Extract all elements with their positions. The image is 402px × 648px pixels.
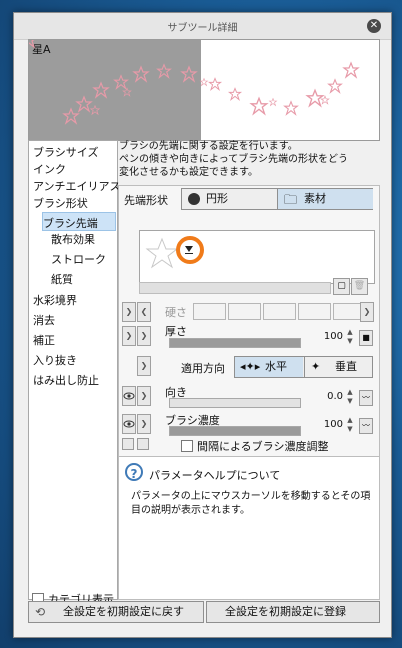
brush-density-value[interactable]: 100 [317, 419, 343, 430]
category-scatter[interactable]: 散布効果 [51, 231, 95, 247]
category-starts-ends[interactable]: 入り抜き [33, 352, 77, 368]
dropdown-arrow-bar [185, 253, 193, 254]
trash-icon[interactable]: 🗑 [351, 278, 368, 295]
window-title: サブツール詳細 [167, 23, 238, 34]
dropdown-arrow-icon[interactable] [185, 246, 193, 252]
angle-spinner[interactable]: ▲ ▼ [345, 388, 355, 406]
category-list: ブラシサイズ インク アンチエイリアス ブラシ形状 ブラシ先端 散布効果 ストロ… [28, 140, 121, 600]
reset-icon: ⟲ [35, 605, 46, 619]
help-title: パラメータヘルプについて [149, 469, 281, 482]
category-anti-alias[interactable]: アンチエイリアス [33, 178, 121, 194]
circle-icon [188, 193, 200, 205]
category-brush-size[interactable]: ブラシサイズ [33, 144, 98, 160]
angle-eye-icon[interactable] [122, 386, 136, 406]
category-correction[interactable]: 補正 [33, 332, 55, 348]
tip-shape-circle-option[interactable]: 円形 [182, 189, 276, 209]
density-dynamics-button[interactable]: ❯ [137, 414, 151, 434]
tip-shape-selector: 円形 🗀 素材 [181, 188, 373, 210]
hardness-left-button[interactable]: ❮ [137, 302, 151, 322]
add-tip-icon[interactable]: ▢ [333, 278, 350, 295]
category-brush-tip-label: ブラシ先端 [43, 217, 98, 230]
title-bar[interactable]: サブツール詳細 ✕ [14, 13, 391, 40]
star-stroke-preview [29, 40, 359, 124]
category-ink[interactable]: インク [33, 161, 66, 177]
interval-density-option[interactable]: 間隔によるブラシ濃度調整 [181, 438, 328, 454]
help-line-1: パラメータの上にマウスカーソルを移動するとその項 [131, 491, 371, 502]
tip-shape-material-label: 素材 [304, 192, 326, 205]
direction-selector: ◂✦▸ 水平 ✦ 垂直 [234, 356, 373, 378]
hardness-label: 硬さ [165, 306, 187, 319]
thickness-value[interactable]: 100 [317, 331, 343, 342]
interval-link-button[interactable] [122, 438, 134, 450]
register-as-default-button[interactable]: 全設定を初期設定に登録 [206, 601, 380, 623]
description-line-1: ブラシの先端に関する設定を行います。 [119, 141, 298, 152]
tip-shape-material-option[interactable]: 🗀 素材 [277, 189, 373, 209]
direction-dynamics-button[interactable]: ❯ [137, 356, 151, 376]
thickness-square-button[interactable]: ■ [359, 330, 373, 346]
interval-density-label: 間隔によるブラシ濃度調整 [197, 440, 329, 453]
direction-horizontal-label: 水平 [265, 360, 287, 373]
thickness-slider[interactable] [169, 338, 301, 348]
thickness-link-button[interactable]: ❯ [122, 326, 136, 346]
material-folder-icon: 🗀 [284, 193, 298, 208]
category-brush-tip[interactable]: ブラシ先端 [42, 212, 116, 231]
direction-apply-label: 適用方向 [181, 362, 225, 375]
category-erase[interactable]: 消去 [33, 312, 55, 328]
reset-to-default-button[interactable]: ⟲ 全設定を初期設定に戻す [28, 601, 204, 623]
parameter-help-panel: ? パラメータヘルプについて パラメータの上にマウスカーソルを移動するとその項 … [118, 456, 380, 600]
register-as-default-label: 全設定を初期設定に登録 [225, 605, 346, 618]
direction-horizontal-option[interactable]: ◂✦▸ 水平 [235, 357, 303, 377]
hardness-steps[interactable] [193, 303, 366, 320]
thickness-dynamics-button[interactable]: ❯ [137, 326, 151, 346]
hardness-right-button[interactable]: ❯ [360, 302, 374, 322]
vertical-arrows-icon: ✦ [311, 360, 321, 373]
category-texture[interactable]: 紙質 [51, 271, 73, 287]
brush-density-wave-button[interactable]: 〰 [359, 418, 373, 434]
tip-material-list[interactable] [139, 230, 375, 284]
tip-list-scrollbar[interactable] [139, 282, 331, 294]
angle-wave-button[interactable]: 〰 [359, 390, 373, 406]
horizontal-arrows-icon: ◂✦▸ [240, 360, 261, 373]
category-watercolor-edge[interactable]: 水彩境界 [33, 292, 77, 308]
brush-preview: 星A [28, 39, 380, 141]
description-line-2: ペンの傾きや向きによってブラシ先端の形状をどう [119, 154, 348, 165]
angle-dynamics-button[interactable]: ❯ [137, 386, 151, 406]
close-button[interactable]: ✕ [367, 19, 381, 33]
direction-vertical-option[interactable]: ✦ 垂直 [304, 357, 373, 377]
interval-density-checkbox[interactable] [181, 440, 193, 452]
description-line-3: 変化させるかも設定できます。 [119, 167, 258, 178]
tip-shape-circle-label: 円形 [206, 192, 228, 205]
brush-density-slider[interactable] [169, 426, 301, 436]
category-stroke[interactable]: ストローク [51, 251, 106, 267]
hardness-link-button[interactable]: ❯ [122, 302, 136, 322]
sub-tool-detail-window: サブツール詳細 ✕ 星A ブラシサイズ インク アンチエイリアス ブラシ形状 ブ… [13, 12, 392, 638]
angle-slider[interactable] [169, 398, 301, 408]
tip-shape-label: 先端形状 [124, 194, 168, 207]
angle-value[interactable]: 0.0 [317, 391, 343, 402]
reset-to-default-label: 全設定を初期設定に戻す [63, 605, 184, 618]
category-prevent-overflow[interactable]: はみ出し防止 [33, 372, 99, 388]
density-eye-icon[interactable] [122, 414, 136, 434]
help-icon: ? [125, 463, 143, 481]
brush-density-spinner[interactable]: ▲ ▼ [345, 416, 355, 434]
category-brush-shape[interactable]: ブラシ形状 [33, 195, 88, 211]
thickness-label: 厚さ [165, 325, 187, 338]
category-description: ブラシの先端に関する設定を行います。 ペンの傾きや向きによってブラシ先端の形状を… [119, 140, 377, 179]
help-line-2: 目の説明が表示されます。 [131, 505, 250, 516]
direction-vertical-label: 垂直 [335, 360, 357, 373]
thickness-spinner[interactable]: ▲ ▼ [345, 328, 355, 346]
settings-panel: 先端形状 円形 🗀 素材 ▢ 🗑 ❯ ❮ 硬さ ❯ ❯ ❯ 厚さ 100 ▲ ▼… [118, 185, 380, 457]
interval-dynamics-button[interactable] [137, 438, 149, 450]
